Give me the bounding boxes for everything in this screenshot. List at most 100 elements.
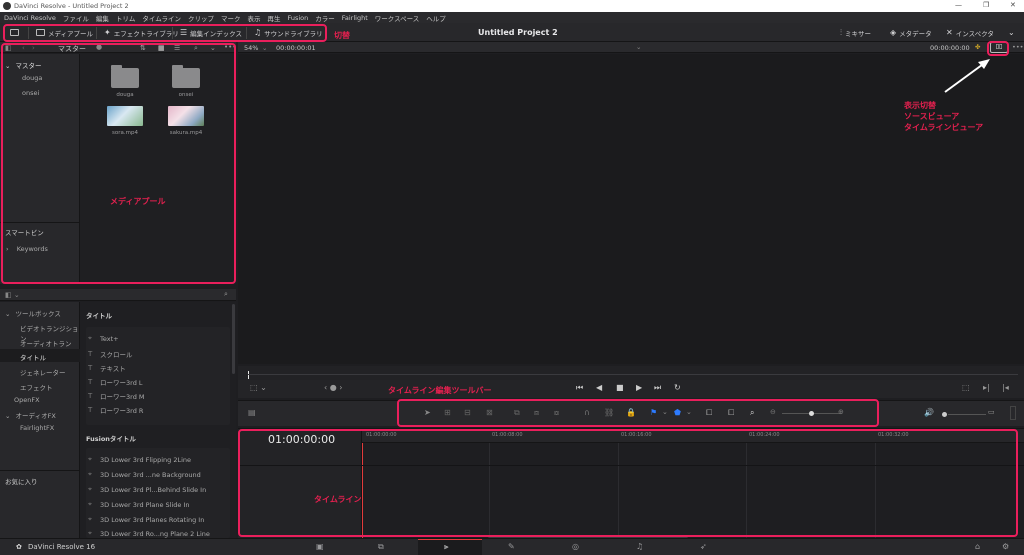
menu-playback[interactable]: 再生 — [267, 13, 280, 23]
minimize-icon[interactable]: — — [955, 1, 962, 9]
tag-icon: ◈ — [890, 28, 897, 37]
go-to-start-icon[interactable]: ⏮ — [576, 383, 583, 393]
playhead[interactable] — [248, 371, 249, 379]
window-title-bar: DaVinci Resolve - Untitled Project 2 — ❐… — [0, 0, 1024, 12]
annotation-box-switch — [3, 24, 327, 42]
effect-item[interactable]: ⌖ Text+ — [88, 334, 119, 343]
viewer-mode-icon[interactable]: ⬚ ⌄ — [250, 383, 267, 392]
search-icon[interactable]: ⌕ — [224, 290, 228, 299]
close-icon[interactable]: ✕ — [1010, 1, 1016, 9]
category-openfx[interactable]: OpenFX — [14, 396, 40, 404]
fairlight-page-icon[interactable]: ♫ — [636, 542, 643, 551]
next-clip-icon[interactable]: ▸| — [983, 383, 990, 392]
play-icon[interactable]: ▶ — [636, 383, 642, 392]
speaker-icon[interactable]: 🔊 — [924, 408, 934, 417]
loop-icon[interactable]: ↻ — [674, 383, 681, 392]
effect-label: 3D Lower 3rd Pl...Behind Slide In — [100, 485, 207, 494]
toolbox-category[interactable]: ⌄ ツールボックス — [5, 308, 61, 318]
deliver-page-icon[interactable]: ➶ — [700, 542, 707, 551]
volume-slider-handle[interactable] — [942, 412, 947, 417]
menu-view[interactable]: 表示 — [247, 13, 260, 23]
category-effects[interactable]: エフェクト — [20, 382, 53, 392]
resolve-logo-icon — [3, 2, 11, 10]
prev-clip-icon[interactable]: |◂ — [1002, 383, 1009, 392]
maximize-icon[interactable]: ❐ — [983, 1, 989, 9]
menu-clip[interactable]: クリップ — [188, 13, 214, 23]
timeline-options-icon[interactable]: ▤ — [248, 408, 256, 417]
annotation-box-media-pool — [1, 43, 236, 284]
chevron-down-icon: ⌄ — [1008, 28, 1015, 37]
color-page-icon[interactable]: ◎ — [572, 542, 579, 551]
effect-item[interactable]: T ローワー3rd M — [88, 391, 145, 401]
annotation-box-display-switch — [987, 41, 1009, 56]
dim-icon[interactable]: ▭ — [988, 408, 995, 416]
panel-toggle-icon[interactable]: ◧ ⌄ — [5, 291, 20, 299]
menu-color[interactable]: カラー — [315, 13, 335, 23]
chevron-down-icon[interactable]: ⌄ — [636, 43, 641, 51]
media-page-icon[interactable]: ▣ — [316, 542, 324, 551]
active-page-highlight — [418, 539, 482, 555]
jog-control[interactable]: ‹ ● › — [324, 383, 342, 392]
scrubber-bar[interactable] — [238, 366, 1024, 380]
annotation-media-pool: メディアプール — [110, 197, 166, 206]
effect-label: テキスト — [100, 365, 126, 373]
effect-item[interactable]: ⌖ 3D Lower 3rd Flipping 2Line — [88, 455, 191, 464]
category-generators[interactable]: ジェネレーター — [20, 367, 66, 377]
effects-library-header: ◧ ⌄ ⌕ — [0, 289, 236, 301]
fusion-glyph-icon: ⌖ — [88, 470, 92, 478]
menu-workspace[interactable]: ワークスペース — [375, 13, 420, 23]
fusion-glyph-icon: ⌖ — [88, 485, 92, 493]
audio-meter — [1010, 406, 1016, 420]
effect-item[interactable]: ⌖ 3D Lower 3rd Planes Rotating In — [88, 515, 204, 524]
effect-item[interactable]: T スクロール — [88, 349, 133, 359]
title-glyph-icon: T — [88, 406, 93, 414]
go-to-end-icon[interactable]: ⏭ — [654, 383, 661, 393]
cut-page-icon[interactable]: ⧉ — [378, 542, 384, 552]
menu-timeline[interactable]: タイムライン — [142, 13, 181, 23]
menu-resolve[interactable]: DaVinci Resolve — [4, 14, 56, 22]
annotation-edit-toolbar: タイムライン編集ツールバー — [388, 386, 492, 395]
chevron-down-icon: ⌄ — [5, 412, 11, 420]
menu-mark[interactable]: マーク — [221, 13, 241, 23]
effect-item[interactable]: ⌖ 3D Lower 3rd Ro...ng Plane 2 Line — [88, 529, 210, 538]
inspector-button[interactable]: ✕ インスペクタ — [942, 25, 998, 40]
metadata-button[interactable]: ◈ メタデータ — [886, 25, 936, 40]
favorites-label[interactable]: お気に入り — [5, 476, 38, 486]
audiofx-category[interactable]: ⌄ オーディオFX — [5, 410, 56, 420]
annotation-timeline: タイムライン — [314, 495, 362, 504]
mixer-button[interactable]: ⫶ ミキサー — [836, 25, 875, 40]
menu-trim[interactable]: トリム — [116, 13, 136, 23]
menu-edit[interactable]: 編集 — [96, 13, 109, 23]
effect-item[interactable]: ⌖ 3D Lower 3rd Plane Slide In — [88, 500, 190, 509]
menu-fusion[interactable]: Fusion — [287, 14, 308, 22]
menu-fairlight[interactable]: Fairlight — [342, 14, 368, 22]
audiofx-label: オーディオFX — [15, 412, 56, 420]
effect-item[interactable]: T ローワー3rd L — [88, 377, 143, 387]
more-options-icon[interactable]: ••• — [1012, 43, 1024, 51]
effect-item[interactable]: T ローワー3rd R — [88, 405, 143, 415]
effect-label: 3D Lower 3rd Flipping 2Line — [100, 455, 192, 464]
effect-item[interactable]: T テキスト — [88, 363, 126, 373]
edit-page-icon[interactable]: ⫸ — [444, 542, 449, 552]
volume-slider-track[interactable] — [948, 414, 986, 415]
chevron-down-icon[interactable]: ⌄ — [262, 44, 267, 52]
stop-icon[interactable]: ■ — [616, 383, 624, 392]
menu-file[interactable]: ファイル — [63, 13, 89, 23]
annotation-box-edit-toolbar — [397, 399, 879, 427]
category-titles[interactable]: タイトル — [20, 352, 46, 362]
scrollbar[interactable] — [232, 304, 235, 374]
menu-bar: DaVinci Resolve ファイル 編集 トリム タイムライン クリップ … — [0, 12, 1024, 23]
effect-label: 3D Lower 3rd Ro...ng Plane 2 Line — [100, 529, 210, 538]
home-icon[interactable]: ⌂ — [975, 542, 980, 551]
gear-icon[interactable]: ⚙ — [1002, 542, 1009, 551]
play-reverse-icon[interactable]: ◀ — [596, 383, 602, 392]
match-frame-icon[interactable]: ⬚ — [962, 383, 970, 392]
zoom-level[interactable]: 54% — [244, 44, 258, 52]
effect-item[interactable]: ⌖ 3D Lower 3rd Pl...Behind Slide In — [88, 485, 206, 494]
category-fairlightfx[interactable]: FairlightFX — [20, 424, 54, 432]
color-picker-icon[interactable]: ✤ — [975, 43, 980, 51]
effect-item[interactable]: ⌖ 3D Lower 3rd ...ne Background — [88, 470, 201, 479]
menu-help[interactable]: ヘルプ — [426, 13, 446, 23]
fusion-page-icon[interactable]: ✎ — [508, 542, 515, 551]
expand-button[interactable]: ⌄ — [1004, 25, 1019, 40]
